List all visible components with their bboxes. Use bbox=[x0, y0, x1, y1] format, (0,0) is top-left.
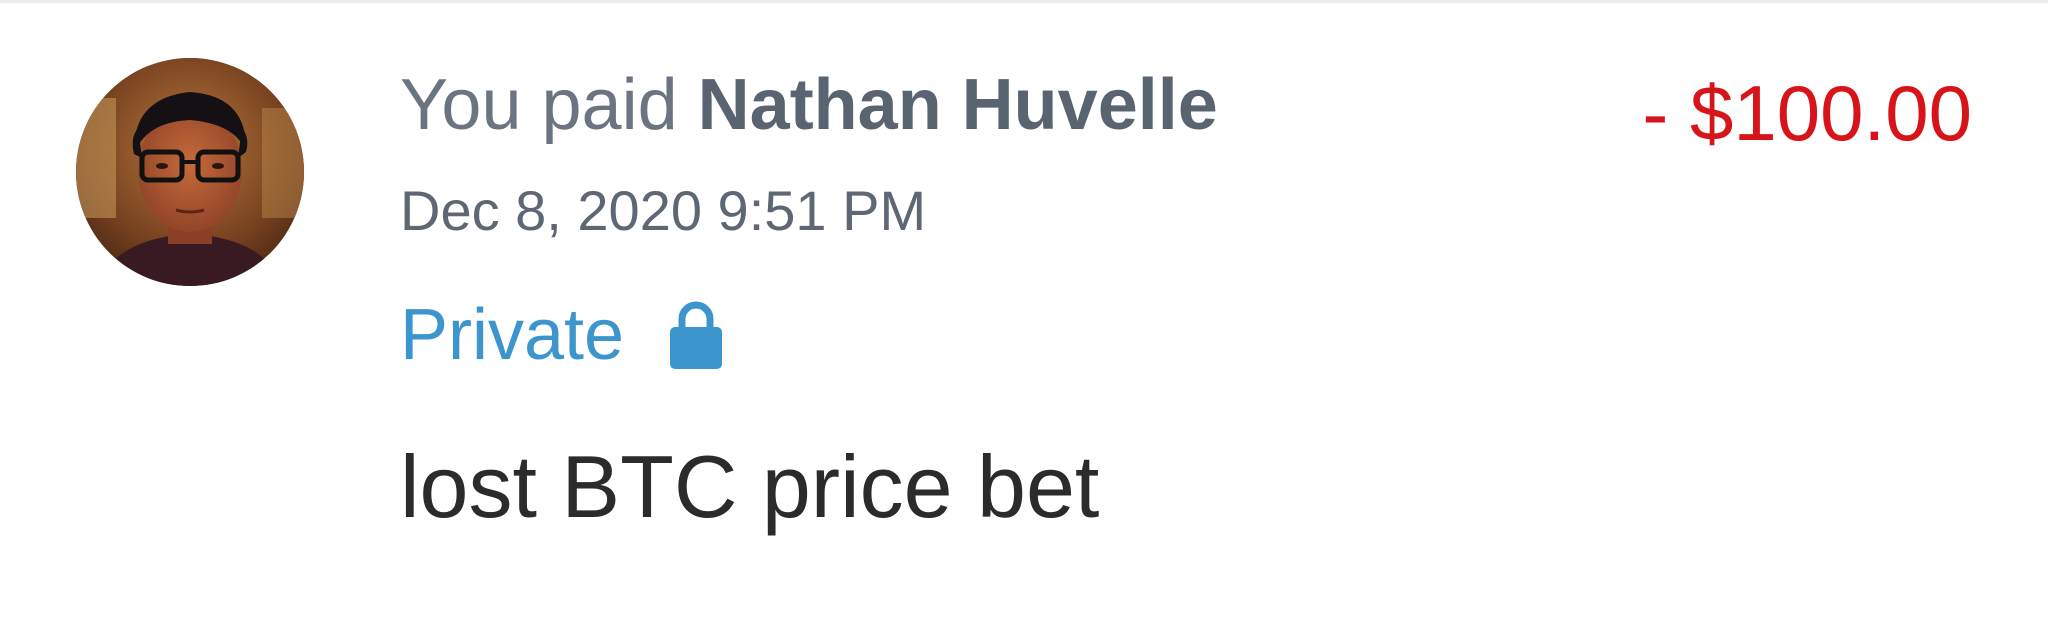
transaction-headline: You paid Nathan Huvelle bbox=[400, 60, 1218, 150]
lock-icon bbox=[670, 301, 723, 369]
avatar-photo bbox=[76, 58, 304, 286]
recipient-name[interactable]: Nathan Huvelle bbox=[698, 65, 1218, 145]
transaction-note: lost BTC price bet bbox=[400, 437, 1100, 536]
transaction-amount: - $100.00 bbox=[1642, 69, 1972, 157]
transaction-item[interactable]: You paid Nathan Huvelle - $100.00 Dec 8,… bbox=[0, 0, 2048, 622]
headline-prefix: You paid bbox=[400, 65, 678, 145]
privacy-indicator[interactable]: Private bbox=[400, 290, 724, 380]
privacy-label: Private bbox=[400, 295, 625, 375]
transaction-timestamp: Dec 8, 2020 9:51 PM bbox=[400, 179, 927, 242]
avatar[interactable] bbox=[76, 58, 304, 286]
